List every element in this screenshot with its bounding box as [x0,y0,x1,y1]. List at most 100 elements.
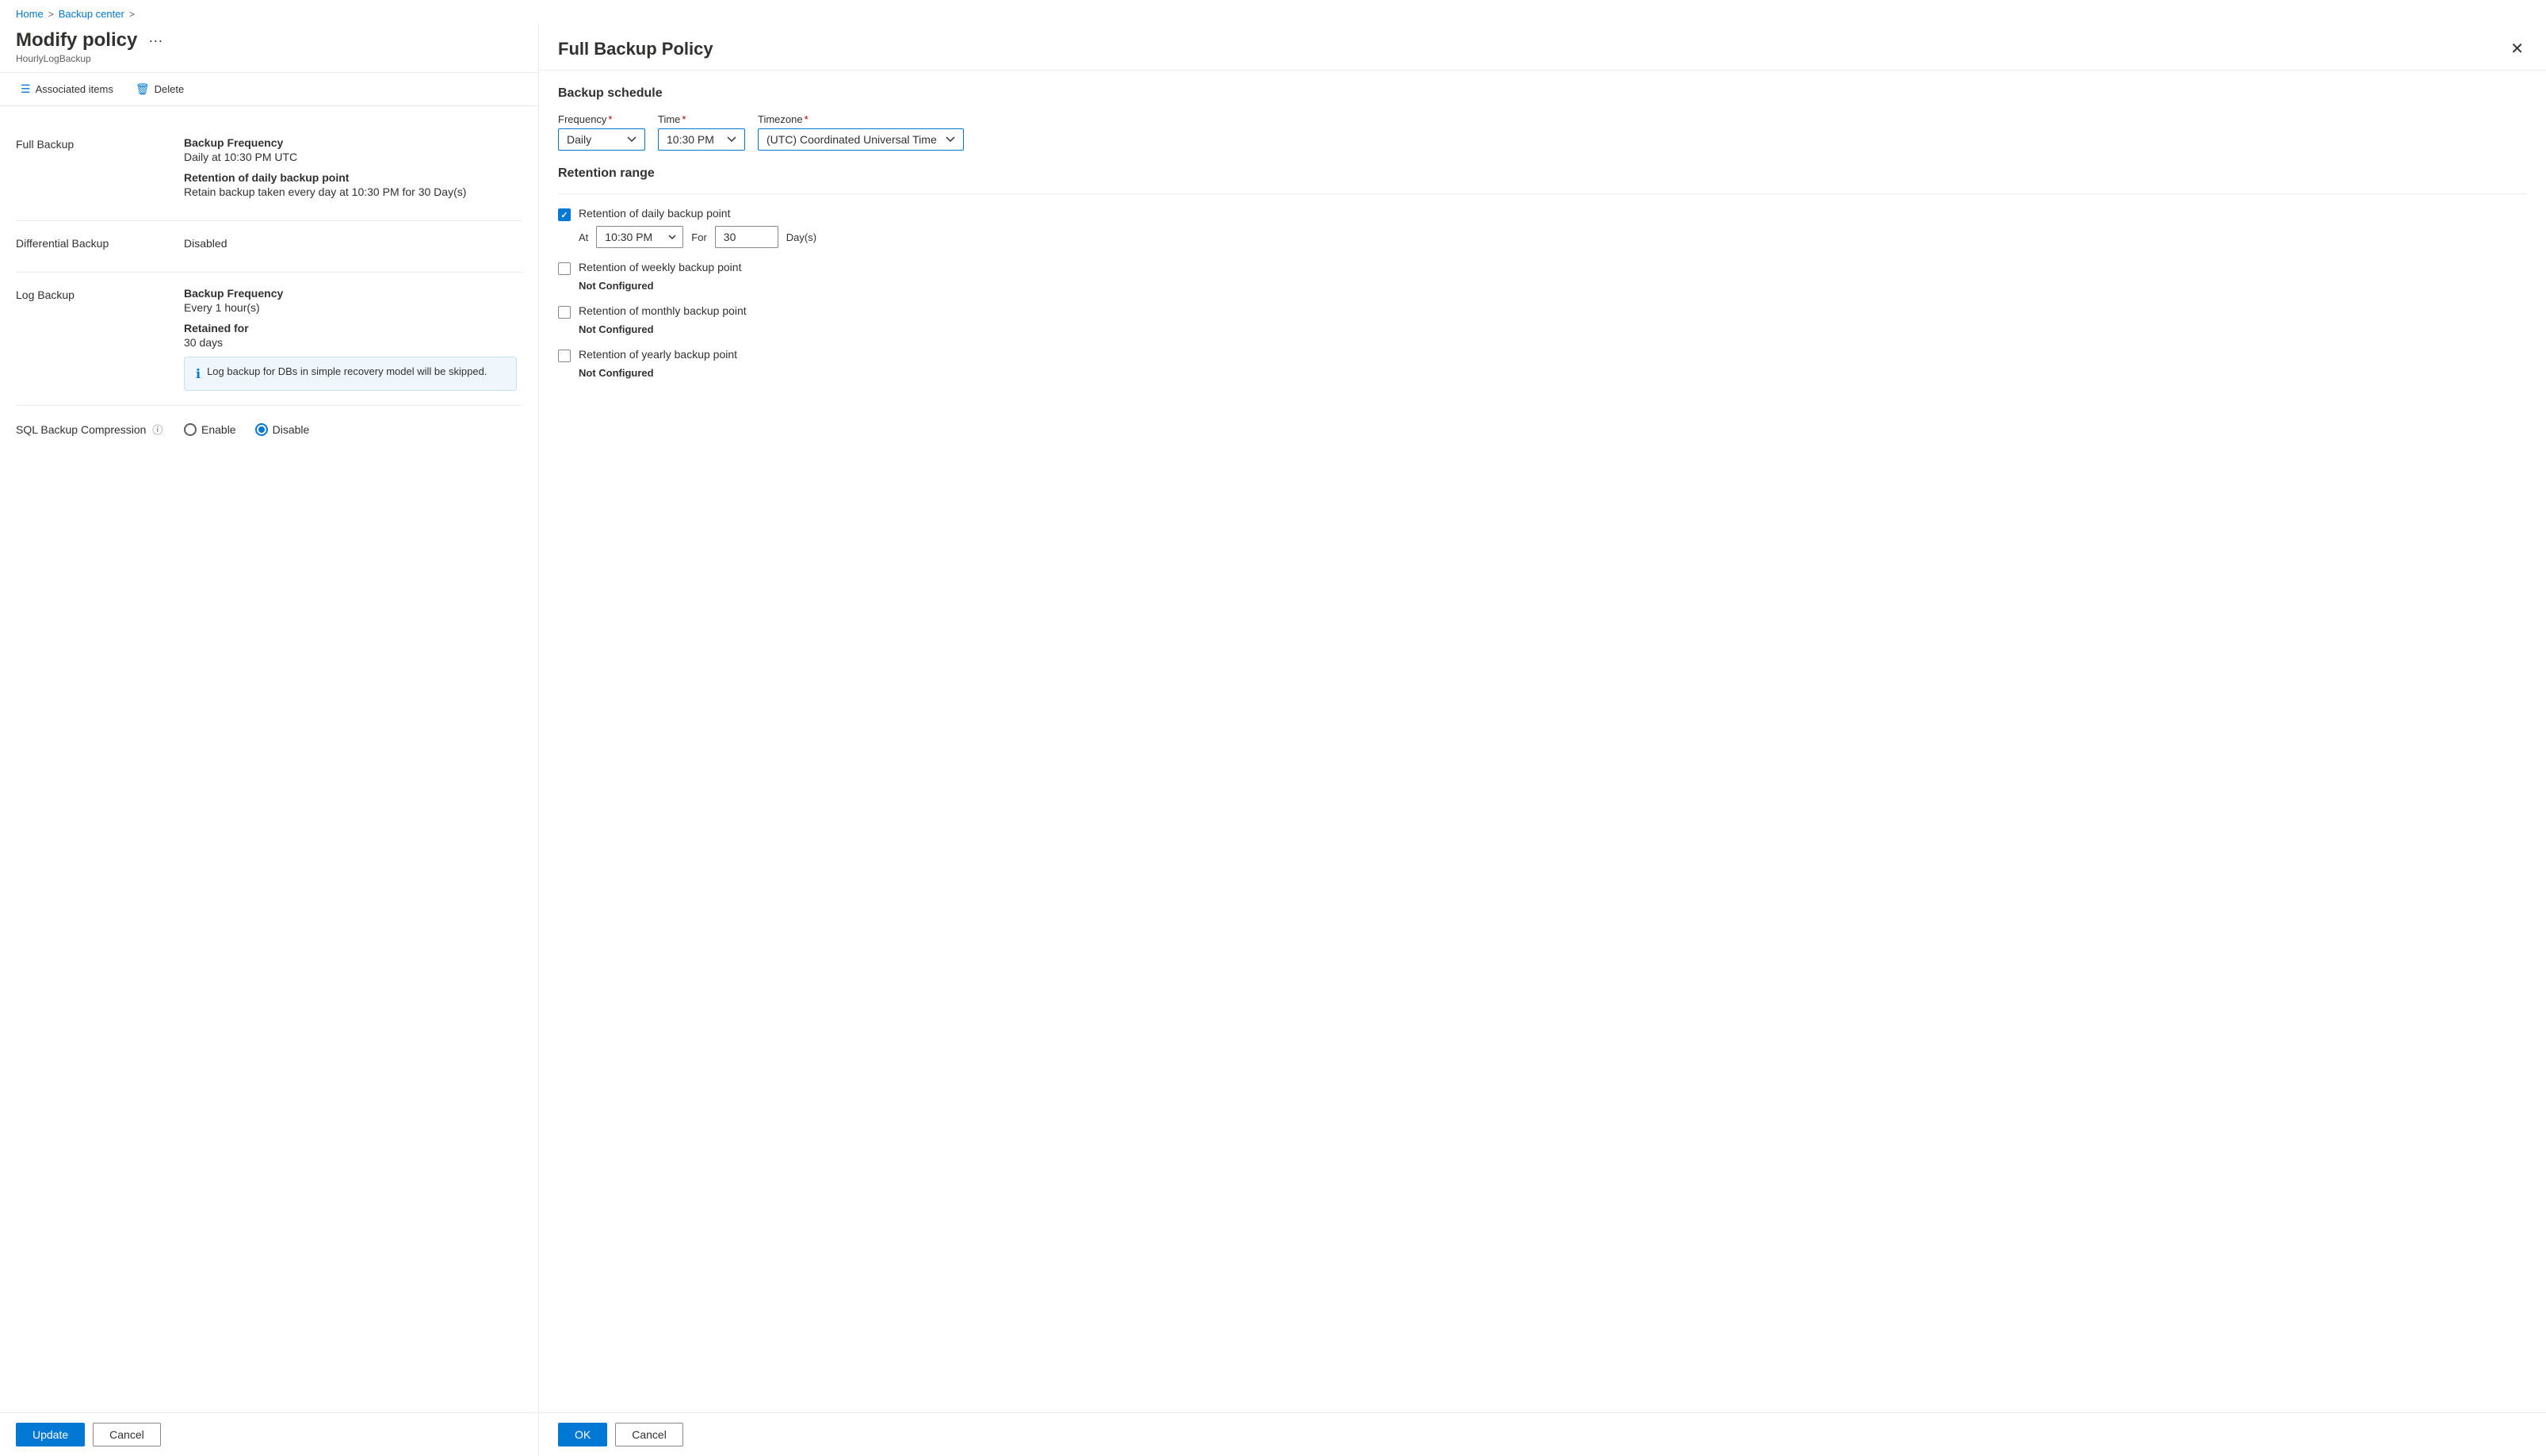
compression-radio-group: Enable Disable [184,423,522,436]
left-footer: Update Cancel [0,1412,538,1456]
compression-section: SQL Backup Compression ⓘ Enable Disable [16,406,522,451]
ok-button[interactable]: OK [558,1423,607,1446]
full-backup-content: Backup Frequency Daily at 10:30 PM UTC R… [184,136,522,206]
yearly-retention-content: Retention of yearly backup point Not Con… [579,348,2527,379]
monthly-checkbox[interactable] [558,306,571,319]
weekly-retention-content: Retention of weekly backup point Not Con… [579,261,2527,292]
backup-freq-label: Backup Frequency [184,136,522,149]
at-label: At [579,231,588,243]
toolbar: ☰ Associated items 🗑 Delete [0,73,538,106]
daily-at-select[interactable]: 10:30 PM 12:00 AM [596,226,683,248]
enable-option[interactable]: Enable [184,423,236,436]
cancel-button-right[interactable]: Cancel [615,1423,683,1446]
daily-retention-content: Retention of daily backup point At 10:30… [579,207,2527,248]
close-button[interactable]: ✕ [2507,36,2527,62]
associated-items-label: Associated items [36,83,113,95]
disable-option[interactable]: Disable [255,423,310,436]
daily-retention-inputs: At 10:30 PM 12:00 AM For Day(s) [579,226,2527,248]
list-icon: ☰ [21,82,31,96]
page-title-row: Modify policy ··· [16,29,522,52]
time-select[interactable]: 10:30 PM 12:00 AM 6:00 AM [658,128,745,151]
backup-freq-value: Daily at 10:30 PM UTC [184,151,522,163]
compression-info-icon: ⓘ [152,424,162,436]
log-backup-section: Log Backup Backup Frequency Every 1 hour… [16,273,522,406]
page-title: Modify policy [16,29,137,52]
yearly-retention-row: Retention of yearly backup point Not Con… [558,348,2527,379]
main-layout: Modify policy ··· HourlyLogBackup ☰ Asso… [0,23,2546,1456]
retention-range-heading: Retention range [558,166,2527,181]
differential-value: Disabled [184,237,522,250]
retention-divider [558,193,2527,194]
daily-for-input[interactable] [715,226,778,248]
for-label: For [691,231,707,243]
daily-unit: Day(s) [786,231,816,243]
frequency-required: * [608,113,612,125]
yearly-not-configured: Not Configured [579,367,2527,379]
yearly-retention-label: Retention of yearly backup point [579,348,2527,361]
timezone-required: * [805,113,809,125]
log-freq-value: Every 1 hour(s) [184,301,522,314]
monthly-not-configured: Not Configured [579,323,2527,335]
log-retained-label: Retained for [184,322,522,334]
time-group: Time* 10:30 PM 12:00 AM 6:00 AM [658,113,745,151]
weekly-not-configured: Not Configured [579,280,2527,292]
policy-subtitle: HourlyLogBackup [16,53,522,64]
update-button[interactable]: Update [16,1423,85,1446]
compression-content: Enable Disable [184,420,522,437]
monthly-retention-label: Retention of monthly backup point [579,304,2527,317]
delete-icon: 🗑 [136,82,150,96]
associated-items-button[interactable]: ☰ Associated items [16,79,118,99]
log-retained-value: 30 days [184,336,522,349]
differential-backup-content: Disabled [184,235,522,258]
retention-daily-label: Retention of daily backup point [184,171,522,184]
disable-radio[interactable] [255,423,268,436]
left-content: Full Backup Backup Frequency Daily at 10… [0,106,538,1412]
info-box: ℹ Log backup for DBs in simple recovery … [184,357,517,391]
info-text: Log backup for DBs in simple recovery mo… [207,365,487,377]
log-freq-label: Backup Frequency [184,287,522,300]
left-header: Modify policy ··· HourlyLogBackup [0,23,538,73]
backup-schedule-heading: Backup schedule [558,86,2527,101]
weekly-retention-label: Retention of weekly backup point [579,261,2527,273]
full-backup-label: Full Backup [16,136,174,206]
right-footer: OK Cancel [539,1412,2546,1456]
breadcrumb-sep2: > [129,9,135,20]
time-label: Time* [658,113,745,125]
right-content: Backup schedule Frequency* Daily Weekly … [539,71,2546,1412]
enable-radio[interactable] [184,423,197,436]
log-backup-label: Log Backup [16,287,174,391]
compression-label: SQL Backup Compression ⓘ [16,420,174,437]
differential-backup-section: Differential Backup Disabled [16,221,522,273]
panel-title: Full Backup Policy [558,39,713,59]
daily-checkbox[interactable] [558,208,571,221]
timezone-label: Timezone* [758,113,964,125]
info-icon: ℹ [196,366,201,382]
timezone-select[interactable]: (UTC) Coordinated Universal Time (UTC-05… [758,128,964,151]
frequency-select[interactable]: Daily Weekly [558,128,645,151]
yearly-checkbox[interactable] [558,350,571,362]
weekly-retention-row: Retention of weekly backup point Not Con… [558,261,2527,292]
right-panel: Full Backup Policy ✕ Backup schedule Fre… [539,23,2546,1456]
monthly-retention-content: Retention of monthly backup point Not Co… [579,304,2527,335]
cancel-button-left[interactable]: Cancel [93,1423,161,1446]
breadcrumb: Home > Backup center > [0,0,2546,23]
frequency-label: Frequency* [558,113,645,125]
breadcrumb-backup-center[interactable]: Backup center [59,8,124,20]
more-button[interactable]: ··· [143,31,167,51]
delete-label: Delete [155,83,185,95]
timezone-group: Timezone* (UTC) Coordinated Universal Ti… [758,113,964,151]
daily-retention-label: Retention of daily backup point [579,207,2527,220]
full-backup-section: Full Backup Backup Frequency Daily at 10… [16,122,522,221]
weekly-checkbox[interactable] [558,262,571,275]
time-required: * [682,113,686,125]
log-backup-content: Backup Frequency Every 1 hour(s) Retaine… [184,287,522,391]
breadcrumb-sep1: > [48,9,54,20]
delete-button[interactable]: 🗑 Delete [131,79,189,99]
right-header: Full Backup Policy ✕ [539,23,2546,71]
differential-backup-label: Differential Backup [16,235,174,258]
left-panel: Modify policy ··· HourlyLogBackup ☰ Asso… [0,23,539,1456]
backup-schedule-form: Frequency* Daily Weekly Time* 10:30 PM 1… [558,113,2527,151]
breadcrumb-home[interactable]: Home [16,8,44,20]
frequency-group: Frequency* Daily Weekly [558,113,645,151]
retention-daily-value: Retain backup taken every day at 10:30 P… [184,185,522,198]
